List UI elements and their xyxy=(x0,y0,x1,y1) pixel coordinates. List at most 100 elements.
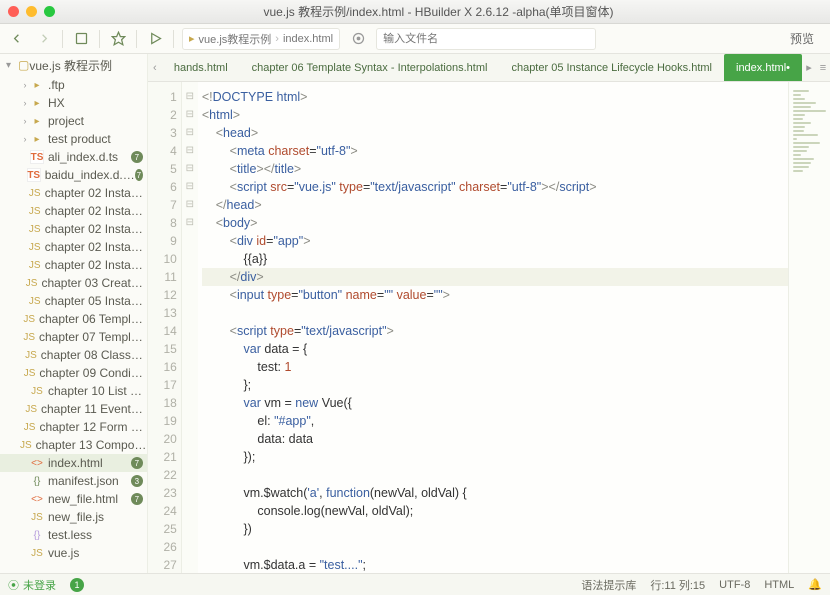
file-tree-item[interactable]: JSchapter 08 Class… xyxy=(0,346,147,364)
maximize-icon[interactable] xyxy=(44,6,55,17)
code-line[interactable]: <script src="vue.js" type="text/javascri… xyxy=(202,178,788,196)
forward-icon[interactable] xyxy=(34,29,54,49)
file-tree-item[interactable]: ›▸HX xyxy=(0,94,147,112)
locate-icon[interactable] xyxy=(348,29,368,49)
js-icon: JS xyxy=(30,510,44,524)
file-tree-item[interactable]: JSchapter 02 Insta… xyxy=(0,220,147,238)
code-line[interactable]: var data = { xyxy=(202,340,788,358)
editor-tab[interactable]: index.html • xyxy=(724,54,802,81)
chevron-icon: › xyxy=(20,98,30,108)
syntax-hint-button[interactable]: 语法提示库 xyxy=(581,577,636,593)
fold-toggle[interactable]: ⊟ xyxy=(182,214,198,232)
preview-button[interactable]: 预览 xyxy=(780,30,824,47)
file-tree-item[interactable]: JSchapter 02 Insta… xyxy=(0,184,147,202)
fold-toggle[interactable]: ⊟ xyxy=(182,142,198,160)
file-tree-item[interactable]: JSnew_file.js xyxy=(0,508,147,526)
fold-toggle[interactable]: ⊟ xyxy=(182,160,198,178)
code-line[interactable]: vm.$watch('a', function(newVal, oldVal) … xyxy=(202,484,788,502)
file-tree-item[interactable]: JSchapter 13 Compo… xyxy=(0,436,147,454)
fold-toggle[interactable]: ⊟ xyxy=(182,178,198,196)
file-tree-item[interactable]: <>new_file.html7 xyxy=(0,490,147,508)
file-tree-item[interactable]: <>index.html7 xyxy=(0,454,147,472)
tab-menu-icon[interactable]: ≡ xyxy=(816,54,830,81)
file-tree-item[interactable]: JSchapter 02 Insta… xyxy=(0,202,147,220)
fold-toggle[interactable]: ⊟ xyxy=(182,196,198,214)
code-line[interactable]: <head> xyxy=(202,124,788,142)
editor-tab[interactable]: chapter 06 Template Syntax - Interpolati… xyxy=(240,54,500,81)
file-tree-item[interactable]: ›▸.ftp xyxy=(0,76,147,94)
code-line[interactable]: <title></title> xyxy=(202,160,788,178)
close-icon[interactable] xyxy=(8,6,19,17)
code-line[interactable]: <input type="button" name="" value=""> xyxy=(202,286,788,304)
line-number: 15 xyxy=(148,340,177,358)
editor-tab[interactable]: chapter 05 Instance Lifecycle Hooks.html xyxy=(499,54,724,81)
fold-toggle[interactable]: ⊟ xyxy=(182,124,198,142)
file-tree-item[interactable]: JSchapter 12 Form … xyxy=(0,418,147,436)
tab-scroll-left-icon[interactable]: ‹ xyxy=(148,54,162,81)
code-line[interactable]: <div id="app"> xyxy=(202,232,788,250)
file-tree-item[interactable]: TSali_index.d.ts7 xyxy=(0,148,147,166)
file-tree-item[interactable]: JSchapter 09 Condi… xyxy=(0,364,147,382)
code-line[interactable]: var vm = new Vue({ xyxy=(202,394,788,412)
file-tree-item[interactable]: JSchapter 07 Templ… xyxy=(0,328,147,346)
file-tree-item[interactable]: TSbaidu_index.d.…7 xyxy=(0,166,147,184)
file-tree-item[interactable]: {}test.less xyxy=(0,526,147,544)
code-editor[interactable]: 1234567891011121314151617181920212223242… xyxy=(148,82,830,573)
file-label: .ftp xyxy=(48,78,65,92)
dir-icon: ▸ xyxy=(30,78,44,92)
run-icon[interactable] xyxy=(145,29,165,49)
language-selector[interactable]: HTML xyxy=(764,579,794,591)
tab-scroll-right-icon[interactable]: ▸ xyxy=(802,54,816,81)
code-line[interactable]: console.log(newVal, oldVal); xyxy=(202,502,788,520)
code-line[interactable] xyxy=(202,304,788,322)
back-icon[interactable] xyxy=(6,29,26,49)
file-filter-input[interactable] xyxy=(376,28,596,50)
code-line[interactable]: <script type="text/javascript"> xyxy=(202,322,788,340)
file-tree-item[interactable]: ›▸project xyxy=(0,112,147,130)
breadcrumb[interactable]: ▸ vue.js教程示例 › index.html xyxy=(182,28,340,50)
code-line[interactable]: }) xyxy=(202,520,788,538)
code-line[interactable]: {{a}} xyxy=(202,250,788,268)
code-line[interactable]: </div> xyxy=(202,268,788,286)
code-line[interactable]: </head> xyxy=(202,196,788,214)
fold-toggle[interactable]: ⊟ xyxy=(182,88,198,106)
chevron-down-icon: ▾ xyxy=(6,60,18,71)
code-line[interactable]: el: "#app", xyxy=(202,412,788,430)
editor-tab[interactable]: hands.html xyxy=(162,54,240,81)
file-tree-item[interactable]: JSchapter 10 List … xyxy=(0,382,147,400)
file-tree-item[interactable]: JSchapter 05 Insta… xyxy=(0,292,147,310)
cursor-position[interactable]: 行:11 列:15 xyxy=(650,577,705,593)
code-line[interactable]: }; xyxy=(202,376,788,394)
fold-column[interactable]: ⊟⊟⊟⊟⊟⊟⊟⊟ xyxy=(182,82,198,573)
code-line[interactable]: test: 1 xyxy=(202,358,788,376)
file-tree-item[interactable]: JSchapter 06 Templ… xyxy=(0,310,147,328)
file-tree-item[interactable]: JSchapter 02 Insta… xyxy=(0,238,147,256)
code-line[interactable]: <meta charset="utf-8"> xyxy=(202,142,788,160)
encoding-selector[interactable]: UTF-8 xyxy=(719,579,750,591)
project-root[interactable]: ▾ ▢ vue.js 教程示例 xyxy=(0,54,147,76)
file-tree-item[interactable]: JSvue.js xyxy=(0,544,147,562)
file-tree-item[interactable]: {}manifest.json3 xyxy=(0,472,147,490)
code-line[interactable]: <body> xyxy=(202,214,788,232)
code-line[interactable]: <!DOCTYPE html> xyxy=(202,88,788,106)
fold-toggle[interactable]: ⊟ xyxy=(182,106,198,124)
minimap[interactable] xyxy=(788,82,830,573)
code-line[interactable] xyxy=(202,466,788,484)
multi-window-icon[interactable] xyxy=(71,29,91,49)
file-tree-item[interactable]: ›▸test product xyxy=(0,130,147,148)
code-line[interactable]: <html> xyxy=(202,106,788,124)
code-line[interactable]: vm.$data.a = "test...."; xyxy=(202,556,788,573)
code-content[interactable]: <!DOCTYPE html><html> <head> <meta chars… xyxy=(198,82,788,573)
line-number: 8 xyxy=(148,214,177,232)
status-badge[interactable]: 1 xyxy=(70,578,84,592)
minimize-icon[interactable] xyxy=(26,6,37,17)
file-tree-item[interactable]: JSchapter 02 Insta… xyxy=(0,256,147,274)
code-line[interactable]: }); xyxy=(202,448,788,466)
login-status[interactable]: ⦿ 未登录 xyxy=(8,577,56,593)
file-tree-item[interactable]: JSchapter 03 Creat… xyxy=(0,274,147,292)
bell-icon[interactable]: 🔔 xyxy=(808,578,822,591)
code-line[interactable]: data: data xyxy=(202,430,788,448)
file-tree-item[interactable]: JSchapter 11 Event… xyxy=(0,400,147,418)
code-line[interactable] xyxy=(202,538,788,556)
star-icon[interactable] xyxy=(108,29,128,49)
